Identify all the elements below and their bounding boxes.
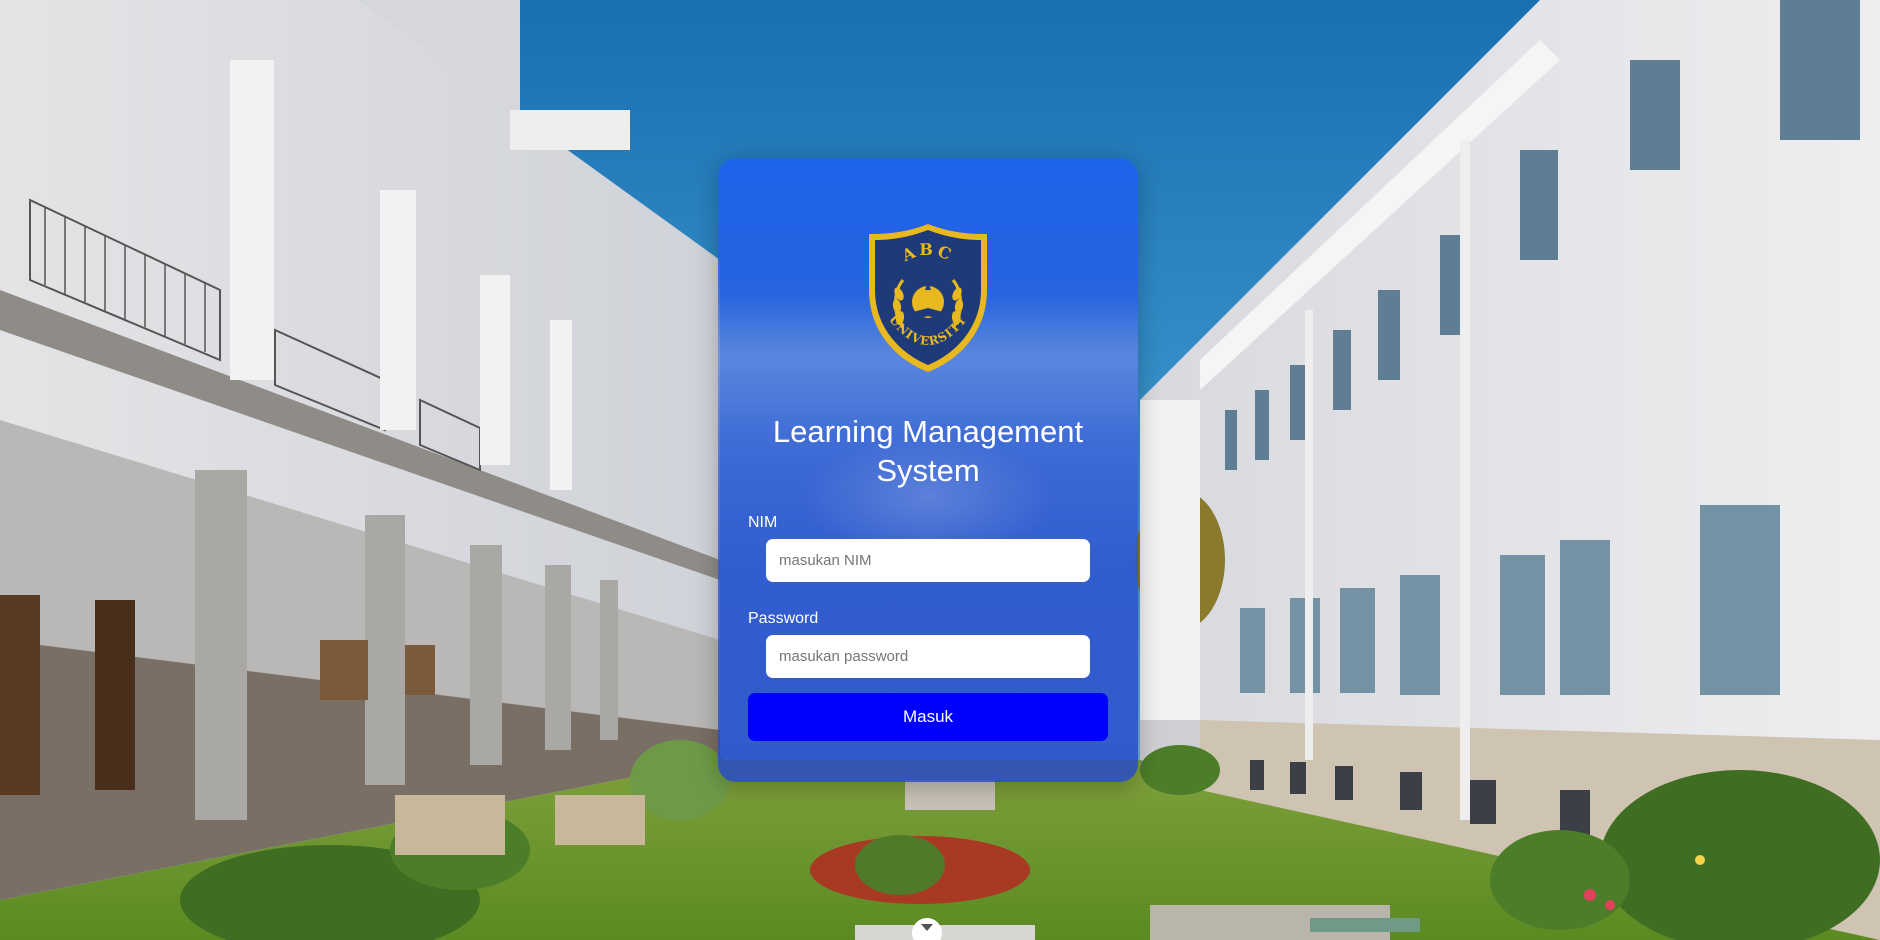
university-crest-icon: ABC UNIVERSITY xyxy=(869,224,987,372)
nim-input[interactable] xyxy=(766,539,1090,582)
nim-label: NIM xyxy=(748,514,778,531)
chevron-down-icon xyxy=(921,924,933,931)
login-card: ABC UNIVERSITY Learning Management Syste… xyxy=(718,158,1138,782)
password-input[interactable] xyxy=(766,635,1090,678)
password-label: Password xyxy=(748,610,819,627)
scroll-down-button[interactable] xyxy=(912,918,942,940)
university-logo: ABC UNIVERSITY xyxy=(863,220,993,376)
login-button[interactable]: Masuk xyxy=(748,693,1108,741)
page-title: Learning Management System xyxy=(772,414,1084,488)
